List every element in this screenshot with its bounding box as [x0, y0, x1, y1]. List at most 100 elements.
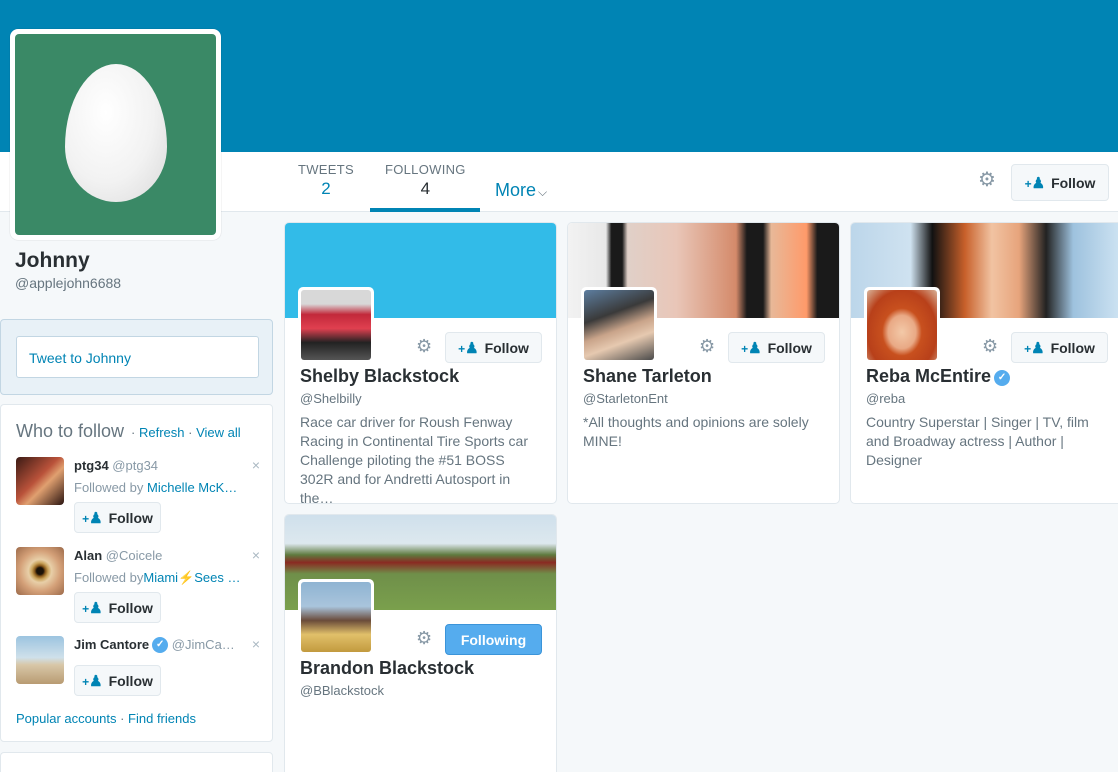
suggestion-avatar[interactable]	[16, 457, 64, 505]
card-avatar[interactable]	[298, 287, 374, 363]
suggestion-name[interactable]: ptg34 @ptg34	[74, 458, 158, 473]
card-follow-button[interactable]: +♟ Follow	[1011, 332, 1108, 363]
find-friends-link[interactable]: Find friends	[128, 711, 196, 726]
popular-accounts-link[interactable]: Popular accounts	[16, 711, 116, 726]
dismiss-icon[interactable]: ×	[252, 636, 260, 652]
followed-by-label: Followed by	[74, 570, 144, 585]
egg-icon	[65, 64, 167, 202]
profile-name: Johnny	[15, 249, 90, 272]
separator: ·	[131, 425, 136, 440]
profile-card[interactable]: ⚙ Following Brandon Blackstock @BBlackst…	[284, 514, 557, 772]
card-name[interactable]: Brandon Blackstock	[300, 658, 474, 679]
card-avatar-image	[301, 290, 371, 360]
followed-by-link[interactable]: Miami⚡Sees …	[143, 570, 240, 585]
card-follow-button[interactable]: +♟ Follow	[445, 332, 542, 363]
card-bio: Race car driver for Roush Fenway Racing …	[300, 414, 528, 504]
tweet-to-input[interactable]: Tweet to Johnny	[16, 336, 259, 378]
trends-module	[0, 752, 273, 772]
profile-card[interactable]: ⚙ +♟ Follow Shelby Blackstock @Shelbilly…	[284, 222, 557, 504]
verified-icon: ✓	[994, 370, 1011, 386]
card-following-button[interactable]: Following	[445, 624, 542, 655]
tab-tweets[interactable]: TWEETS 2	[298, 162, 354, 199]
add-user-icon: +♟	[82, 509, 103, 527]
card-gear-icon[interactable]: ⚙	[416, 629, 432, 647]
card-name[interactable]: Shelby Blackstock	[300, 366, 459, 387]
suggestion-avatar[interactable]	[16, 547, 64, 595]
verified-icon: ✓	[152, 637, 169, 653]
card-gear-icon[interactable]: ⚙	[699, 337, 715, 355]
card-handle[interactable]: @StarletonEnt	[583, 391, 668, 406]
separator: ·	[188, 425, 193, 440]
followed-by-text: Followed byMiami⚡Sees …	[74, 570, 240, 586]
card-follow-button[interactable]: +♟ Follow	[728, 332, 825, 363]
add-user-icon: +♟	[82, 599, 103, 617]
suggestion-follow-button[interactable]: +♟ Follow	[74, 502, 161, 533]
add-user-icon: +♟	[1024, 174, 1046, 192]
card-avatar[interactable]	[298, 579, 374, 655]
profile-follow-label: Follow	[1051, 174, 1096, 191]
card-avatar-image	[301, 582, 371, 652]
profile-gear-icon[interactable]: ⚙	[978, 170, 996, 190]
card-gear-icon[interactable]: ⚙	[416, 337, 432, 355]
suggestion-item: Alan @Coicele Followed byMiami⚡Sees … × …	[16, 547, 266, 627]
tab-following-count: 4	[420, 179, 431, 198]
more-label: More	[495, 180, 537, 200]
add-user-icon: +♟	[741, 339, 762, 357]
card-avatar[interactable]	[864, 287, 940, 363]
follow-label: Follow	[484, 339, 529, 356]
suggestion-item: ptg34 @ptg34 Followed by Michelle McK… ×…	[16, 457, 266, 537]
add-user-icon: +♟	[458, 339, 479, 357]
follow-label: Follow	[108, 509, 153, 526]
suggestion-name-text: Alan	[74, 548, 103, 563]
card-avatar-image	[584, 290, 654, 360]
who-to-follow-footer: Popular accounts · Find friends	[16, 711, 196, 726]
card-handle[interactable]: @reba	[866, 391, 905, 406]
card-handle[interactable]: @BBlackstock	[300, 683, 384, 698]
tab-following[interactable]: FOLLOWING 4	[385, 162, 466, 199]
suggestion-name-text: ptg34	[74, 458, 109, 473]
dismiss-icon[interactable]: ×	[252, 547, 260, 563]
suggestion-follow-button[interactable]: +♟ Follow	[74, 665, 161, 696]
suggestion-handle: @ptg34	[112, 458, 159, 473]
refresh-link[interactable]: Refresh	[139, 425, 185, 440]
follow-label: Follow	[108, 672, 153, 689]
followed-by-text: Followed by Michelle McK…	[74, 480, 237, 495]
card-avatar[interactable]	[581, 287, 657, 363]
suggestion-name[interactable]: Jim Cantore ✓ @JimCa…	[74, 637, 235, 653]
profile-handle[interactable]: @applejohn6688	[15, 275, 121, 291]
card-avatar-image	[867, 290, 937, 360]
card-name-text: Reba McEntire	[866, 366, 992, 386]
chevron-down-icon: ⌵	[538, 185, 548, 199]
suggestion-item: Jim Cantore ✓ @JimCa… × +♟ Follow	[16, 636, 266, 706]
profile-card[interactable]: ⚙ +♟ Follow Reba McEntire ✓ @reba Country…	[850, 222, 1118, 504]
separator: ·	[120, 711, 125, 726]
suggestion-handle: @Coicele	[105, 548, 163, 563]
suggestion-name[interactable]: Alan @Coicele	[74, 548, 162, 563]
tab-following-label: FOLLOWING	[385, 162, 466, 177]
followed-by-link[interactable]: Michelle McK…	[147, 480, 237, 495]
default-egg-avatar	[15, 34, 216, 235]
who-to-follow-module: Who to follow · Refresh · View all ptg34…	[0, 404, 273, 742]
suggestion-avatar[interactable]	[16, 636, 64, 684]
card-name[interactable]: Shane Tarleton	[583, 366, 712, 387]
who-to-follow-title: Who to follow	[16, 421, 125, 441]
card-handle[interactable]: @Shelbilly	[300, 391, 362, 406]
card-gear-icon[interactable]: ⚙	[982, 337, 998, 355]
follow-label: Follow	[767, 339, 812, 356]
profile-card[interactable]: ⚙ +♟ Follow Shane Tarleton @StarletonEnt…	[567, 222, 840, 504]
profile-avatar[interactable]	[10, 29, 221, 240]
dismiss-icon[interactable]: ×	[252, 457, 260, 473]
card-bio: *All thoughts and opinions are solely MI…	[583, 414, 809, 449]
view-all-link[interactable]: View all	[196, 425, 241, 440]
suggestion-name-text: Jim Cantore	[74, 637, 150, 652]
follow-label: Follow	[108, 599, 153, 616]
active-tab-underline	[370, 208, 480, 212]
card-name[interactable]: Reba McEntire ✓	[866, 366, 1011, 387]
following-label: Following	[460, 631, 527, 648]
tweet-to-box: Tweet to Johnny	[0, 319, 273, 395]
followed-by-label: Followed by	[74, 480, 144, 495]
more-menu[interactable]: More ⌵	[495, 180, 547, 201]
profile-follow-button[interactable]: +♟ Follow	[1011, 164, 1109, 201]
who-to-follow-links: · Refresh · View all	[131, 425, 241, 440]
suggestion-follow-button[interactable]: +♟ Follow	[74, 592, 161, 623]
